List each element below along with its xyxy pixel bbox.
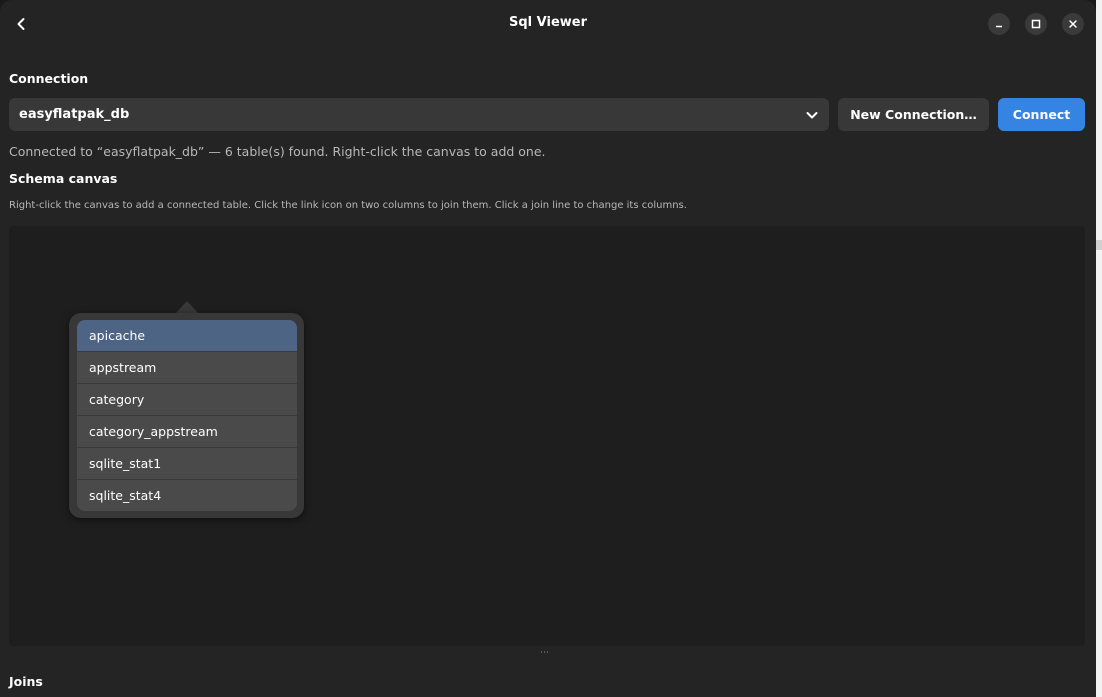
joins-label: Joins xyxy=(9,674,43,689)
minimize-icon xyxy=(996,25,1002,28)
app-window: Sql Viewer Connection easyflatpak_db New… xyxy=(0,0,1096,697)
connection-status: Connected to “easyflatpak_db” — 6 table(… xyxy=(9,144,546,159)
connection-label: Connection xyxy=(9,71,89,86)
connect-button[interactable]: Connect xyxy=(998,98,1085,131)
new-connection-button[interactable]: New Connection… xyxy=(838,98,989,131)
header-bar: Sql Viewer xyxy=(0,0,1096,47)
schema-canvas-label: Schema canvas xyxy=(9,171,118,186)
table-picker-popover: apicache appstream category category_app… xyxy=(69,313,304,518)
chevron-down-icon xyxy=(806,112,818,119)
minimize-button[interactable] xyxy=(988,13,1010,35)
close-button[interactable] xyxy=(1062,13,1084,35)
maximize-button[interactable] xyxy=(1025,13,1047,35)
table-item-category[interactable]: category xyxy=(77,384,297,416)
table-item-sqlite-stat1[interactable]: sqlite_stat1 xyxy=(77,448,297,480)
table-item-appstream[interactable]: appstream xyxy=(77,352,297,384)
connection-dropdown[interactable]: easyflatpak_db xyxy=(9,98,829,131)
table-item-sqlite-stat4[interactable]: sqlite_stat4 xyxy=(77,480,297,511)
popover-arrow xyxy=(176,301,198,313)
maximize-icon xyxy=(1031,19,1041,29)
desktop-background xyxy=(1096,0,1102,697)
desktop-marker xyxy=(1096,240,1102,250)
table-item-category-appstream[interactable]: category_appstream xyxy=(77,416,297,448)
table-list: apicache appstream category category_app… xyxy=(77,320,297,511)
close-icon xyxy=(1069,20,1077,28)
table-item-apicache[interactable]: apicache xyxy=(77,320,297,352)
connection-dropdown-value: easyflatpak_db xyxy=(19,107,130,122)
window-title: Sql Viewer xyxy=(509,15,587,30)
schema-canvas-hint: Right-click the canvas to add a connecte… xyxy=(9,200,687,211)
pane-resize-handle[interactable]: ⋯ xyxy=(540,648,550,658)
